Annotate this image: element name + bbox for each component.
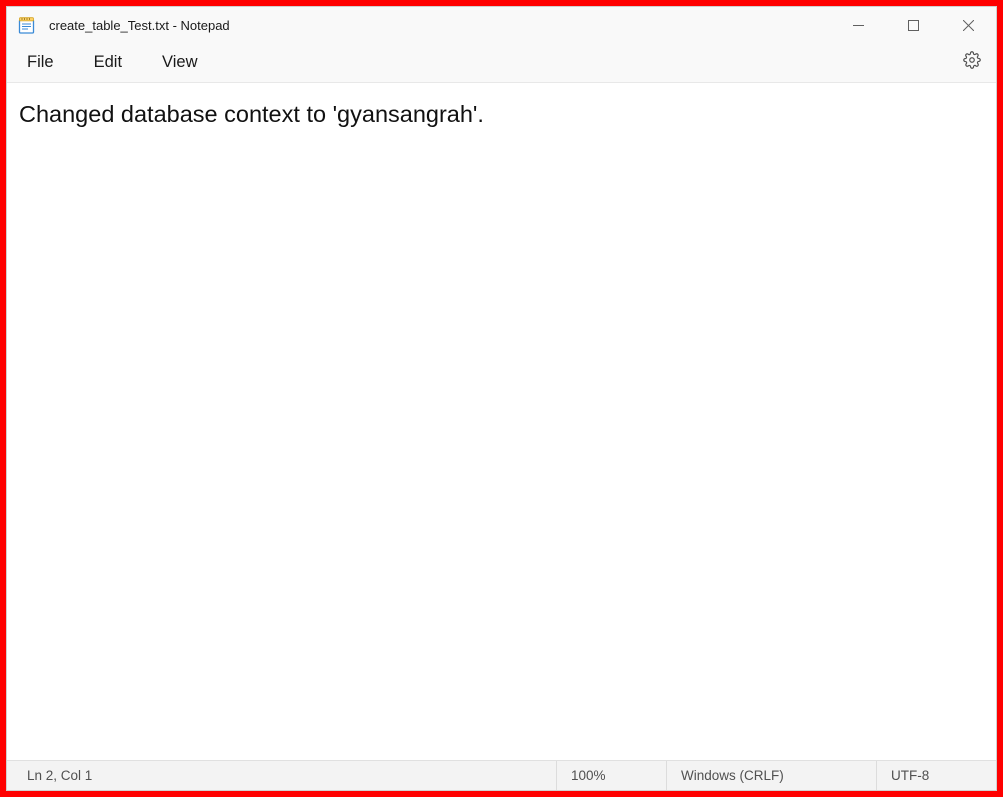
zoom-level: 100% (556, 761, 666, 790)
menubar: File Edit View (7, 43, 996, 83)
notepad-window: create_table_Test.txt - Notepad File Edi… (6, 6, 997, 791)
editor-content: Changed database context to 'gyansangrah… (19, 101, 984, 128)
gear-icon (963, 51, 981, 74)
menu-file[interactable]: File (15, 47, 66, 78)
statusbar: Ln 2, Col 1 100% Windows (CRLF) UTF-8 (7, 760, 996, 790)
window-controls (831, 7, 996, 43)
cursor-position: Ln 2, Col 1 (7, 761, 106, 790)
settings-button[interactable] (956, 47, 988, 79)
menu-view[interactable]: View (150, 47, 209, 78)
encoding: UTF-8 (876, 761, 996, 790)
line-ending: Windows (CRLF) (666, 761, 876, 790)
titlebar: create_table_Test.txt - Notepad (7, 7, 996, 43)
text-editor[interactable]: Changed database context to 'gyansangrah… (7, 83, 996, 760)
window-title: create_table_Test.txt - Notepad (49, 18, 831, 33)
notepad-icon (17, 16, 35, 34)
menu-edit[interactable]: Edit (82, 47, 134, 78)
maximize-button[interactable] (886, 7, 941, 43)
close-button[interactable] (941, 7, 996, 43)
minimize-button[interactable] (831, 7, 886, 43)
